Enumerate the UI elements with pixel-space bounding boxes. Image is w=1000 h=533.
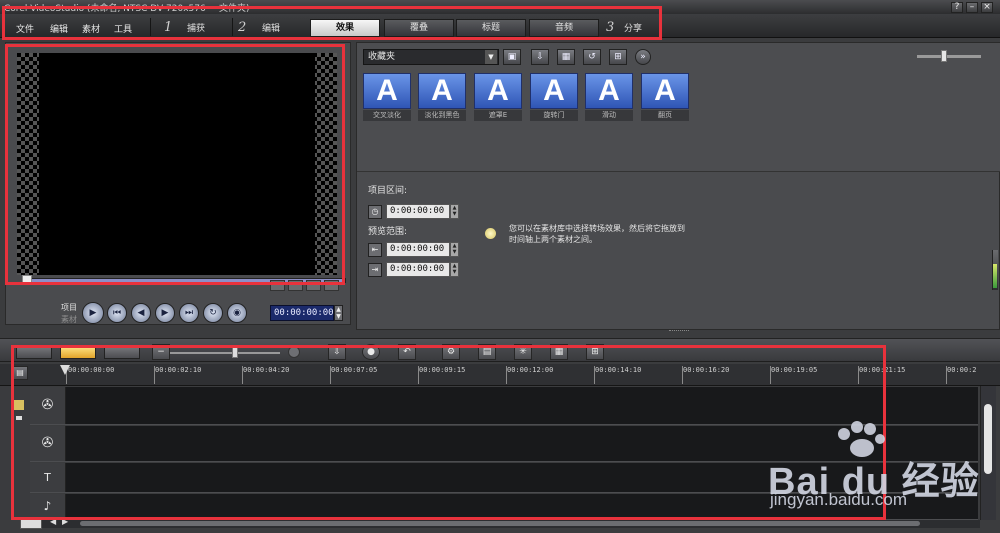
duration-field[interactable]: 0:00:00:00 <box>386 204 450 219</box>
thumbnail-size-thumb[interactable] <box>941 50 947 62</box>
transition-fade-to-black[interactable]: A 淡化到黑色 <box>418 73 466 121</box>
end-button[interactable]: ⏭ <box>179 303 199 323</box>
transition-caption: 遮罩E <box>474 110 522 121</box>
repeat-icon: ↻ <box>209 308 217 318</box>
transition-thumbnail: A <box>530 73 578 109</box>
transition-caption: 滑动 <box>585 110 633 121</box>
library-divider <box>357 171 1000 172</box>
folder-icon[interactable]: ▣ <box>503 49 521 65</box>
mode-clip-label[interactable]: 素材 <box>61 314 77 325</box>
play-icon: ▶ <box>89 308 97 318</box>
volume-button[interactable]: ◉ <box>227 303 247 323</box>
mark-out-icon[interactable]: ⇥ <box>368 263 382 277</box>
help-button[interactable]: ? <box>951 2 963 13</box>
highlight-frame-timeline <box>11 345 886 520</box>
skip-start-icon: ⏮ <box>112 308 122 318</box>
horizontal-scroll-thumb[interactable] <box>80 521 920 526</box>
ruler-tick-label: 00:00:2 <box>947 366 977 374</box>
transition-mask-e[interactable]: A 遮罩E <box>474 73 522 121</box>
panel-resize-grip[interactable] <box>669 330 689 333</box>
transition-caption: 淡化到黑色 <box>418 110 466 121</box>
repeat-button[interactable]: ↻ <box>203 303 223 323</box>
range-end-spinner[interactable]: ▲ ▼ <box>450 262 459 277</box>
library-folder-select[interactable]: 收藏夹 <box>363 49 499 65</box>
chevron-down-icon[interactable]: ▼ <box>485 50 497 64</box>
highlight-frame-preview <box>5 44 345 285</box>
mode-project-label[interactable]: 项目 <box>61 302 77 313</box>
close-button[interactable]: × <box>981 2 993 13</box>
transition-thumbnail: A <box>474 73 522 109</box>
auto-apply-icon[interactable]: ⊞ <box>609 49 627 65</box>
transition-page-turn[interactable]: A 翻页 <box>641 73 689 121</box>
thumbnail-size-slider[interactable] <box>917 55 981 58</box>
transition-caption: 交叉淡化 <box>363 110 411 121</box>
skip-end-icon: ⏭ <box>184 308 194 318</box>
audio-level-fill <box>993 264 997 288</box>
transition-thumbnail: A <box>418 73 466 109</box>
step-back-icon: ◀ <box>137 308 145 318</box>
step-forward-icon: ▶ <box>161 308 169 318</box>
apply-icon[interactable]: ↺ <box>583 49 601 65</box>
watermark-url: jingyan.baidu.com <box>770 490 908 509</box>
range-end-field[interactable]: 0:00:00:00 <box>386 262 450 277</box>
grid-icon[interactable]: ▦ <box>557 49 575 65</box>
transition-caption: 旋转门 <box>530 110 578 121</box>
highlight-frame-tabs <box>2 6 662 40</box>
lightbulb-icon <box>485 228 496 239</box>
transition-thumbnail: A <box>585 73 633 109</box>
home-button[interactable]: ⏮ <box>107 303 127 323</box>
duration-spinner[interactable]: ▲ ▼ <box>450 204 459 219</box>
minimize-button[interactable]: – <box>966 2 978 13</box>
mark-in-icon[interactable]: ⇤ <box>368 243 382 257</box>
zoom-to-fit-button[interactable] <box>20 519 42 529</box>
import-icon[interactable]: ⇩ <box>531 49 549 65</box>
library-gallery: 收藏夹 ▼ ▣ ⇩ ▦ ↺ ⊞ » A 交叉淡化 A 淡化到黑色 A 遮罩E A… <box>357 43 1000 171</box>
speaker-icon: ◉ <box>233 308 241 318</box>
clock-icon: ◷ <box>368 205 382 219</box>
transition-thumbnail: A <box>363 73 411 109</box>
baidu-watermark: Bai du 经验 jingyan.baidu.com <box>760 420 1000 520</box>
transition-slide[interactable]: A 滑动 <box>585 73 633 121</box>
library-panel: 收藏夹 ▼ ▣ ⇩ ▦ ↺ ⊞ » A 交叉淡化 A 淡化到黑色 A 遮罩E A… <box>356 42 1000 333</box>
previous-frame-button[interactable]: ◀ <box>131 303 151 323</box>
transition-revolving-door[interactable]: A 旋转门 <box>530 73 578 121</box>
timecode-spinner[interactable]: ▲ ▼ <box>334 305 343 321</box>
hint-text: 您可以在素材库中选择转场效果，然后将它拖放到时间轴上两个素材之间。 <box>509 224 685 244</box>
preview-range-label: 预览范围: <box>368 227 408 237</box>
range-start-field[interactable]: 0:00:00:00 <box>386 242 450 257</box>
preview-timecode[interactable]: 00:00:00:00 <box>270 305 334 321</box>
range-start-spinner[interactable]: ▲ ▼ <box>450 242 459 257</box>
expand-icon[interactable]: » <box>635 49 651 65</box>
play-button[interactable]: ▶ <box>82 302 104 324</box>
duration-label: 项目区间: <box>368 186 408 196</box>
transition-crossfade[interactable]: A 交叉淡化 <box>363 73 411 121</box>
next-frame-button[interactable]: ▶ <box>155 303 175 323</box>
transition-caption: 翻页 <box>641 110 689 121</box>
transition-thumbnail: A <box>641 73 689 109</box>
